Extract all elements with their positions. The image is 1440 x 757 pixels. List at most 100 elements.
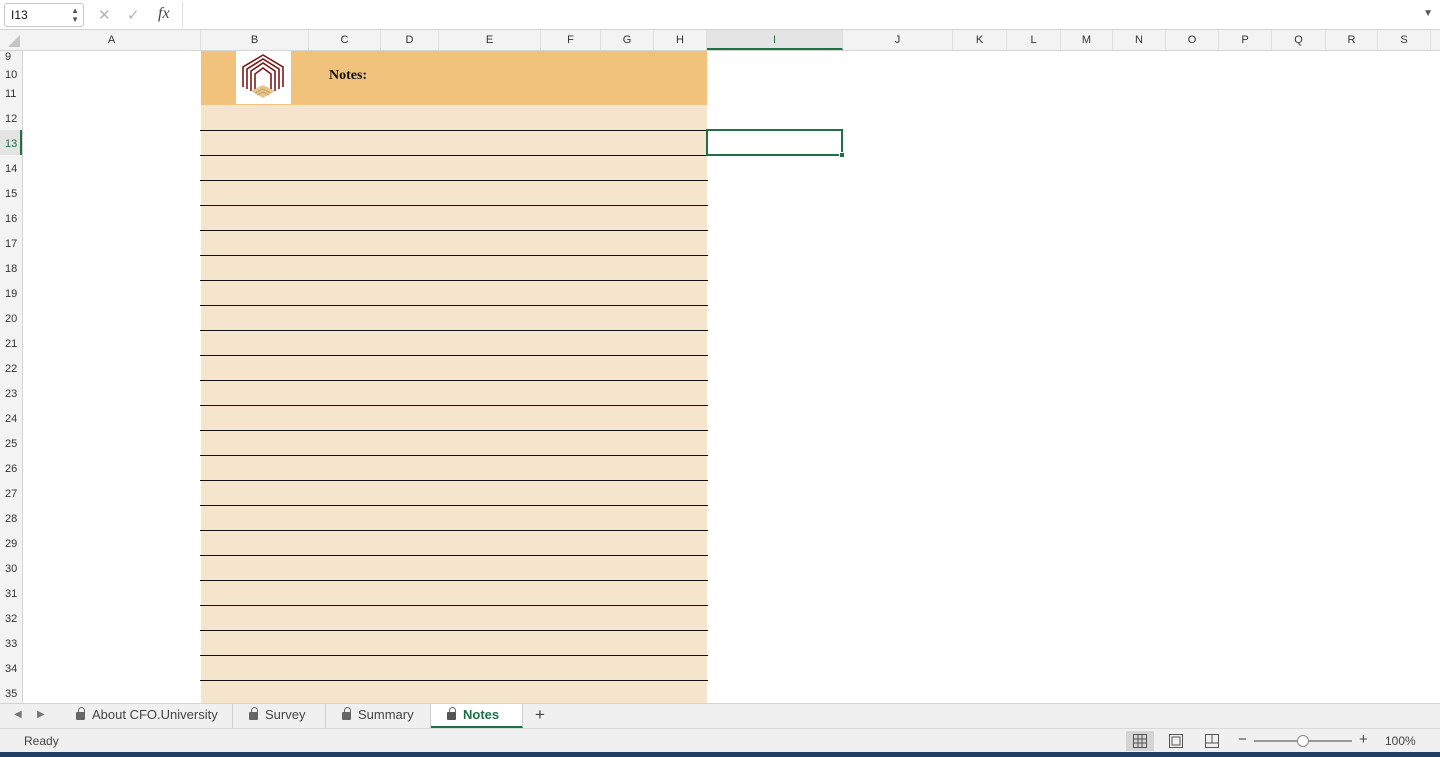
page-break-view-button[interactable] — [1198, 731, 1226, 751]
row-header-33[interactable]: 33 — [0, 630, 22, 655]
name-box-value: I13 — [11, 8, 28, 22]
row-header-26[interactable]: 26 — [0, 455, 22, 480]
note-line — [200, 155, 708, 156]
notes-header-band: Notes: — [201, 51, 707, 105]
column-header-o[interactable]: O — [1166, 30, 1219, 50]
sheet-grid[interactable]: Notes: — [23, 51, 1440, 703]
row-header-22[interactable]: 22 — [0, 355, 22, 380]
column-header-k[interactable]: K — [953, 30, 1007, 50]
column-header-l[interactable]: L — [1007, 30, 1061, 50]
column-header: ABCDEFGHIJKLMNOPQRS — [0, 30, 1440, 51]
fill-handle[interactable] — [839, 152, 845, 158]
column-header-p[interactable]: P — [1219, 30, 1272, 50]
row-header-32[interactable]: 32 — [0, 605, 22, 630]
column-header-d[interactable]: D — [381, 30, 439, 50]
column-header-c[interactable]: C — [309, 30, 381, 50]
row-header-17[interactable]: 17 — [0, 230, 22, 255]
sheet-tab-summary[interactable]: Summary — [326, 704, 431, 728]
note-line — [200, 255, 708, 256]
function-icon[interactable]: fx — [158, 5, 170, 23]
row-header-31[interactable]: 31 — [0, 580, 22, 605]
row-header-23[interactable]: 23 — [0, 380, 22, 405]
row-header-11[interactable]: 11 — [0, 86, 22, 105]
lock-icon — [447, 707, 456, 720]
column-header-g[interactable]: G — [601, 30, 654, 50]
column-header-r[interactable]: R — [1326, 30, 1378, 50]
row-header-16[interactable]: 16 — [0, 205, 22, 230]
sheet-tab-about-cfo-university[interactable]: About CFO.University — [60, 704, 233, 728]
row-header-12[interactable]: 12 — [0, 105, 22, 130]
row-header-30[interactable]: 30 — [0, 555, 22, 580]
zoom-in-button[interactable]: + — [1359, 731, 1368, 748]
row-header-35[interactable]: 35 — [0, 680, 22, 703]
note-line — [200, 480, 708, 481]
column-header-j[interactable]: J — [843, 30, 953, 50]
column-header-b[interactable]: B — [201, 30, 309, 50]
page-layout-view-button[interactable] — [1162, 731, 1190, 751]
row-header-19[interactable]: 19 — [0, 280, 22, 305]
selected-cell[interactable] — [706, 129, 843, 156]
row-header-24[interactable]: 24 — [0, 405, 22, 430]
next-sheet-icon[interactable]: ▶ — [37, 709, 45, 720]
sheet-tab-survey[interactable]: Survey — [233, 704, 326, 728]
note-line — [200, 330, 708, 331]
sheet-tab-bar: ◀ ▶ + About CFO.University Survey Summary N… — [0, 703, 1440, 728]
row-header-14[interactable]: 14 — [0, 155, 22, 180]
column-header-m[interactable]: M — [1061, 30, 1113, 50]
note-line — [200, 205, 708, 206]
name-box-spinner-icon[interactable]: ▲ ▼ — [71, 6, 79, 24]
zoom-out-button[interactable]: − — [1238, 731, 1247, 748]
note-line — [200, 455, 708, 456]
company-logo — [236, 51, 291, 104]
column-header-a[interactable]: A — [23, 30, 201, 50]
normal-view-button[interactable] — [1126, 731, 1154, 751]
chevron-down-icon[interactable]: ▼ — [1423, 8, 1433, 19]
row-header-13[interactable]: 13 — [0, 130, 22, 155]
column-header-f[interactable]: F — [541, 30, 601, 50]
add-sheet-button[interactable]: + — [535, 705, 545, 725]
note-line — [200, 655, 708, 656]
page-break-icon — [1205, 734, 1219, 748]
row-header-27[interactable]: 27 — [0, 480, 22, 505]
row-header-28[interactable]: 28 — [0, 505, 22, 530]
note-line — [200, 430, 708, 431]
row-header-25[interactable]: 25 — [0, 430, 22, 455]
column-header-i[interactable]: I — [707, 30, 843, 50]
row-header-21[interactable]: 21 — [0, 330, 22, 355]
note-line — [200, 230, 708, 231]
formula-input[interactable] — [182, 2, 1422, 28]
grid-view-icon — [1133, 734, 1147, 748]
name-box[interactable]: I13 ▲ ▼ — [4, 3, 84, 27]
note-line — [200, 530, 708, 531]
column-header-n[interactable]: N — [1113, 30, 1166, 50]
sheet-tab-notes[interactable]: Notes — [431, 704, 523, 728]
formula-bar: I13 ▲ ▼ ✕ ✓ fx ▼ — [0, 0, 1440, 30]
row-header-29[interactable]: 29 — [0, 530, 22, 555]
column-header-e[interactable]: E — [439, 30, 541, 50]
row-header-20[interactable]: 20 — [0, 305, 22, 330]
row-header-10[interactable]: 10 — [0, 66, 22, 86]
row-header-34[interactable]: 34 — [0, 655, 22, 680]
column-header-h[interactable]: H — [654, 30, 707, 50]
row-header: 9 10 11 12 13 14 15 16 17 18 19 20 21 22 23 24 25 26 27 28 2… — [0, 51, 23, 703]
column-header-s[interactable]: S — [1378, 30, 1431, 50]
zoom-level[interactable]: 100% — [1385, 734, 1416, 748]
sheet-tab-label: Survey — [265, 707, 306, 722]
note-line — [200, 130, 708, 131]
sheet-tab-label: Summary — [358, 707, 414, 722]
previous-sheet-icon[interactable]: ◀ — [14, 709, 22, 720]
row-header-9[interactable]: 9 — [0, 51, 22, 66]
note-line — [200, 630, 708, 631]
confirm-icon[interactable]: ✓ — [127, 6, 140, 24]
note-line — [200, 605, 708, 606]
status-bar: Ready − + 100% — [0, 728, 1440, 752]
lock-icon — [342, 707, 351, 720]
row-header-18[interactable]: 18 — [0, 255, 22, 280]
select-all-button[interactable] — [0, 30, 23, 50]
note-line — [200, 380, 708, 381]
column-header-q[interactable]: Q — [1272, 30, 1326, 50]
zoom-slider-thumb[interactable] — [1297, 735, 1309, 747]
row-header-15[interactable]: 15 — [0, 180, 22, 205]
cancel-icon[interactable]: ✕ — [98, 6, 111, 24]
notes-title: Notes: — [329, 68, 368, 83]
